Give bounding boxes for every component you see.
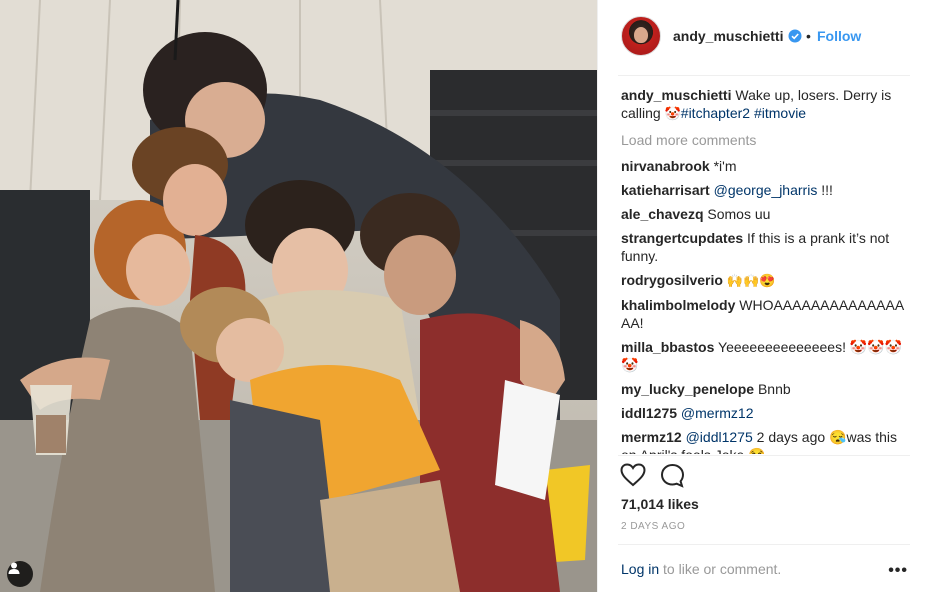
divider	[618, 544, 910, 545]
caption-username[interactable]: andy_muschietti	[621, 87, 731, 103]
comment: my_lucky_penelope Bnnb	[621, 380, 911, 398]
caption: andy_muschietti Wake up, losers. Derry i…	[621, 86, 911, 123]
comment: katieharrisart @george_jharris !!!	[621, 181, 911, 199]
login-link[interactable]: Log in	[621, 561, 659, 577]
comment-mention[interactable]: @george_jharris	[714, 182, 818, 198]
instagram-post: andy_muschietti • Follow andy_muschietti…	[0, 0, 929, 592]
likes-count[interactable]: 71,014 likes	[621, 496, 699, 512]
hashtag-link[interactable]: #itmovie	[754, 105, 806, 121]
comment-mention[interactable]: @iddl1275	[686, 429, 753, 445]
divider	[618, 455, 910, 456]
comment: strangertcupdates If this is a prank it’…	[621, 229, 911, 265]
comment-username[interactable]: nirvanabrook	[621, 158, 710, 174]
comment: mermz12 @iddl1275 2 days ago 😪was this o…	[621, 428, 911, 454]
comment-username[interactable]: strangertcupdates	[621, 230, 743, 246]
more-options-icon[interactable]: •••	[888, 562, 908, 580]
header-separator: •	[806, 28, 811, 44]
verified-badge-icon	[788, 29, 802, 43]
photo-illustration	[0, 0, 597, 592]
load-more-comments-button[interactable]: Load more comments	[621, 131, 911, 149]
comment: iddl1275 @mermz12	[621, 404, 911, 422]
post-header: andy_muschietti • Follow	[598, 0, 929, 75]
comment-mention[interactable]: @mermz12	[681, 405, 754, 421]
heart-icon[interactable]	[620, 463, 646, 487]
comment: ale_chavezq Somos uu	[621, 205, 911, 223]
comment-username[interactable]: my_lucky_penelope	[621, 381, 754, 397]
comment: rodrygosilverio 🙌🙌😍	[621, 271, 911, 290]
comment: khalimbolmelody WHOAAAAAAAAAAAAAAAA!	[621, 296, 911, 332]
comment-icon[interactable]	[660, 463, 685, 488]
login-prompt-text: to like or comment.	[663, 561, 782, 577]
comment-text: Somos uu	[707, 206, 771, 222]
avatar[interactable]	[621, 16, 661, 56]
comment-text: 🙌🙌😍	[726, 273, 776, 288]
comment-username[interactable]: iddl1275	[621, 405, 677, 421]
post-photo[interactable]	[0, 0, 597, 592]
comment-username[interactable]: katieharrisart	[621, 182, 710, 198]
comment-text: !!!	[821, 182, 833, 198]
comment: milla_bbastos Yeeeeeeeeeeeeees! 🤡🤡🤡🤡	[621, 338, 911, 374]
comments-list: andy_muschietti Wake up, losers. Derry i…	[621, 86, 911, 454]
comment-username[interactable]: milla_bbastos	[621, 339, 714, 355]
comment-text: Bnnb	[757, 381, 791, 397]
divider	[618, 75, 910, 76]
follow-button[interactable]: Follow	[817, 28, 861, 44]
login-prompt: Log in to like or comment.	[621, 561, 781, 577]
hashtag-link[interactable]: #itchapter2	[681, 105, 750, 121]
comment-username[interactable]: rodrygosilverio	[621, 272, 723, 288]
comment-username[interactable]: khalimbolmelody	[621, 297, 735, 313]
post-details-panel: andy_muschietti • Follow andy_muschietti…	[597, 0, 929, 592]
post-date[interactable]: 2 DAYS AGO	[621, 521, 685, 532]
comment-username[interactable]: mermz12	[621, 429, 682, 445]
comment-text: *i'm	[713, 158, 737, 174]
comment: nirvanabrook *i'm	[621, 157, 911, 175]
header-username[interactable]: andy_muschietti	[673, 28, 783, 44]
clown-emoji: 🤡	[664, 106, 681, 121]
tagged-user-icon[interactable]	[7, 561, 33, 587]
comment-username[interactable]: ale_chavezq	[621, 206, 704, 222]
